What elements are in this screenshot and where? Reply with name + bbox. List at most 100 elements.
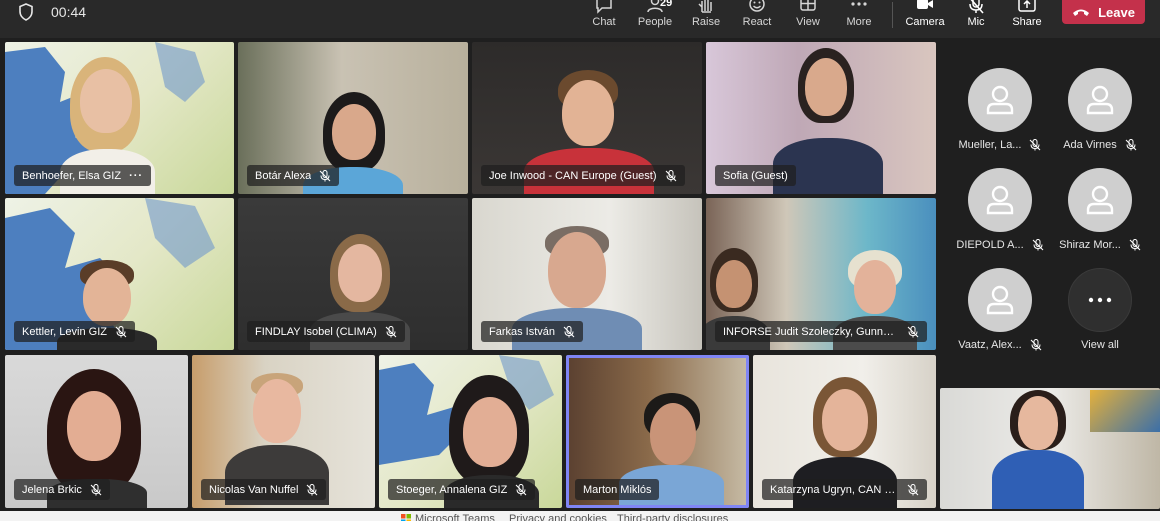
react-button[interactable]: React — [733, 0, 781, 38]
participant-name: Sofia (Guest) — [723, 169, 788, 182]
participant-name: Stoeger, Annalena GIZ — [396, 483, 508, 496]
participant-nametag: Stoeger, Annalena GIZ — [388, 479, 536, 500]
video-tile[interactable]: INFORSE Judit Szoleczky, Gunnar ... — [706, 198, 936, 350]
meeting-timer: 00:44 — [51, 4, 87, 20]
roster-participant[interactable]: Shiraz Mor... — [1050, 168, 1150, 268]
participant-nametag: Sofia (Guest) — [715, 165, 796, 186]
footer-app-name: Microsoft Teams — [415, 513, 495, 521]
more-label: More — [846, 16, 872, 28]
mic-off-icon — [665, 169, 676, 181]
browser-footer: Microsoft Teams Privacy and cookies Thir… — [0, 511, 1160, 521]
more-icon — [1088, 297, 1112, 303]
react-label: React — [742, 16, 772, 28]
person-icon — [1086, 185, 1114, 215]
participant-name: Botár Alexa — [255, 169, 312, 182]
participant-name: Farkas István — [489, 325, 556, 338]
mic-off-icon — [115, 325, 127, 337]
mic-off-icon — [319, 169, 331, 181]
mic-off-icon — [90, 483, 102, 495]
video-tile[interactable]: Botár Alexa — [238, 42, 468, 194]
more-button[interactable]: More — [835, 0, 883, 38]
participant-nametag: FINDLAY Isobel (CLIMA) — [247, 321, 405, 342]
video-tile[interactable]: Stoeger, Annalena GIZ — [379, 355, 562, 508]
raise-label: Raise — [691, 16, 721, 28]
participant-name: Kettler, Levin GIZ — [22, 325, 107, 338]
video-tile[interactable]: Joe Inwood - CAN Europe (Guest) — [472, 42, 702, 194]
microsoft-logo-icon — [401, 514, 411, 521]
grid-view-icon — [800, 0, 816, 11]
roster-participant[interactable]: Ada Virnes — [1050, 68, 1150, 168]
video-tile[interactable]: FINDLAY Isobel (CLIMA) — [238, 198, 468, 350]
raise-hand-button[interactable]: Raise — [682, 0, 730, 38]
roster-name: Mueller, La... — [958, 139, 1022, 151]
participant-nametag: Nicolas Van Nuffel — [201, 479, 327, 500]
chat-button[interactable]: Chat — [580, 0, 628, 38]
mic-button[interactable]: Mic — [952, 0, 1000, 38]
video-tile-active-speaker[interactable]: Marton Miklós — [566, 355, 749, 508]
person-icon — [1086, 85, 1114, 115]
camera-button[interactable]: Camera — [901, 0, 949, 38]
participant-roster: Mueller, La... Ada Virnes DIEPOLD A... S… — [940, 40, 1160, 385]
avatar — [968, 268, 1032, 332]
video-tile[interactable]: Benhoefer, Elsa GIZ ··· — [5, 42, 234, 194]
participant-nametag: Joe Inwood - CAN Europe (Guest) — [481, 165, 685, 186]
participant-name: Nicolas Van Nuffel — [209, 483, 299, 496]
view-all-button[interactable]: View all — [1050, 268, 1150, 368]
share-button[interactable]: Share — [1003, 0, 1051, 38]
avatar — [1068, 168, 1132, 232]
participant-name: Jelena Brkic — [22, 483, 82, 496]
mic-off-icon — [969, 0, 984, 14]
roster-name: Ada Virnes — [1063, 139, 1117, 151]
participant-nametag: Jelena Brkic — [14, 479, 110, 500]
video-tile[interactable]: Jelena Brkic — [5, 355, 188, 508]
view-all-label: View all — [1081, 339, 1119, 351]
person-icon — [986, 285, 1014, 315]
phone-hangup-icon — [1073, 9, 1090, 16]
participant-nametag: Marton Miklós — [575, 479, 660, 500]
people-label: People — [637, 16, 673, 28]
toolbar-divider — [892, 2, 893, 28]
self-view-video[interactable] — [940, 388, 1160, 509]
mic-off-icon — [1030, 139, 1041, 151]
mic-off-icon — [1032, 239, 1044, 251]
privacy-link[interactable]: Privacy and cookies — [509, 513, 607, 521]
mic-off-icon — [385, 325, 397, 337]
leave-button[interactable]: Leave — [1062, 0, 1145, 24]
video-tile[interactable]: Nicolas Van Nuffel — [192, 355, 375, 508]
roster-name: Shiraz Mor... — [1059, 239, 1121, 251]
video-tile[interactable]: Sofia (Guest) — [706, 42, 936, 194]
share-label: Share — [1012, 16, 1042, 28]
chat-label: Chat — [592, 16, 616, 28]
person-icon — [986, 85, 1014, 115]
mic-off-icon — [1125, 139, 1137, 151]
participant-name: Benhoefer, Elsa GIZ — [22, 169, 122, 182]
mic-off-icon — [1030, 339, 1042, 351]
third-party-link[interactable]: Third-party disclosures — [617, 513, 728, 521]
participant-name: Joe Inwood - CAN Europe (Guest) — [489, 169, 657, 182]
roster-participant[interactable]: Vaatz, Alex... — [950, 268, 1050, 368]
chat-icon — [596, 0, 612, 14]
people-button[interactable]: 29 People — [631, 0, 679, 38]
mic-off-icon — [563, 325, 575, 337]
more-options-icon[interactable]: ··· — [129, 170, 143, 182]
more-icon — [851, 2, 867, 6]
participant-name: Marton Miklós — [583, 483, 652, 496]
avatar — [968, 168, 1032, 232]
camera-label: Camera — [905, 16, 945, 28]
mic-off-icon — [907, 483, 919, 495]
roster-participant[interactable]: DIEPOLD A... — [950, 168, 1050, 268]
roster-participant[interactable]: Mueller, La... — [950, 68, 1050, 168]
video-tile[interactable]: Katarzyna Ugryn, CAN Eu... — [753, 355, 936, 508]
hand-icon — [698, 0, 712, 13]
share-icon — [1018, 0, 1036, 12]
avatar — [1068, 68, 1132, 132]
video-tile[interactable]: Kettler, Levin GIZ — [5, 198, 234, 350]
participant-name: FINDLAY Isobel (CLIMA) — [255, 325, 377, 338]
person-icon — [986, 185, 1014, 215]
participant-name: Katarzyna Ugryn, CAN Eu... — [770, 483, 899, 496]
participant-name: INFORSE Judit Szoleczky, Gunnar ... — [723, 325, 899, 338]
view-button[interactable]: View — [784, 0, 832, 38]
participant-nametag: Farkas István — [481, 321, 584, 342]
video-tile[interactable]: Farkas István — [472, 198, 702, 350]
roster-name: DIEPOLD A... — [956, 239, 1024, 251]
